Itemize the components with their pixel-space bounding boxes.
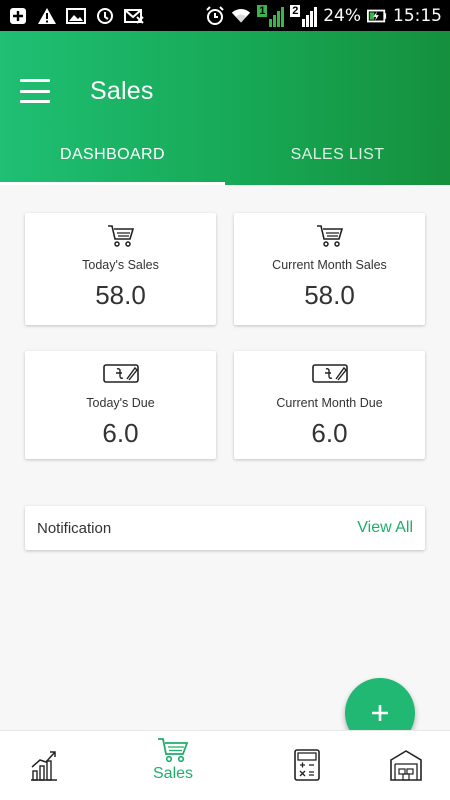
nav-store[interactable] (390, 749, 422, 781)
taka-note-icon (102, 361, 139, 387)
today-sales-card[interactable]: Today's Sales 58.0 (25, 213, 216, 325)
card-value: 6.0 (102, 418, 139, 448)
battery-charging-icon (367, 6, 387, 26)
month-due-card[interactable]: Current Month Due 6.0 (234, 351, 425, 459)
app-bar: Sales DASHBOARD SALES LIST (0, 31, 450, 185)
battery-percent: 24% (323, 5, 361, 26)
warehouse-icon (390, 750, 422, 781)
card-label: Today's Sales (82, 258, 159, 272)
card-label: Current Month Due (276, 396, 383, 410)
plus-icon (372, 705, 388, 721)
cart-icon (158, 738, 189, 763)
wifi-icon (231, 6, 251, 26)
taka-note-icon (311, 361, 348, 387)
nav-sales-label: Sales (153, 765, 194, 782)
sim1-signal-icon: 1 (257, 4, 285, 27)
add-notification-icon (8, 6, 28, 26)
page-title: Sales (90, 77, 154, 105)
card-value: 58.0 (304, 280, 355, 310)
tab-dashboard[interactable]: DASHBOARD (0, 125, 225, 185)
card-label: Current Month Sales (272, 258, 387, 272)
sim1-number: 1 (257, 4, 268, 17)
card-label: Today's Due (86, 396, 155, 410)
nav-calculator[interactable] (294, 749, 320, 781)
alarm-icon (205, 5, 225, 26)
bottom-navigation: Sales (0, 730, 450, 800)
nav-sales[interactable]: Sales (153, 737, 193, 783)
email-blocked-icon (124, 6, 144, 26)
notification-card: Notification View All (25, 506, 425, 550)
sync-icon (95, 6, 115, 26)
nav-reports[interactable] (30, 749, 58, 781)
image-icon (66, 6, 86, 26)
chart-icon (31, 751, 57, 781)
sim2-number: 2 (290, 4, 301, 17)
sim2-signal-icon: 2 (290, 4, 318, 27)
clock: 15:15 (393, 5, 442, 26)
tab-bar: DASHBOARD SALES LIST (0, 125, 450, 185)
month-sales-card[interactable]: Current Month Sales 58.0 (234, 213, 425, 325)
warning-icon (37, 6, 57, 26)
cart-icon (107, 223, 135, 249)
today-due-card[interactable]: Today's Due 6.0 (25, 351, 216, 459)
menu-icon[interactable] (20, 79, 50, 103)
card-value: 6.0 (311, 418, 348, 448)
status-bar: 1 2 24% 15:15 (0, 0, 450, 31)
card-value: 58.0 (95, 280, 146, 310)
view-all-link[interactable]: View All (357, 519, 413, 537)
cart-icon (316, 223, 344, 249)
calculator-icon (294, 749, 320, 781)
notification-title: Notification (37, 519, 112, 537)
tab-sales-list[interactable]: SALES LIST (225, 125, 450, 185)
